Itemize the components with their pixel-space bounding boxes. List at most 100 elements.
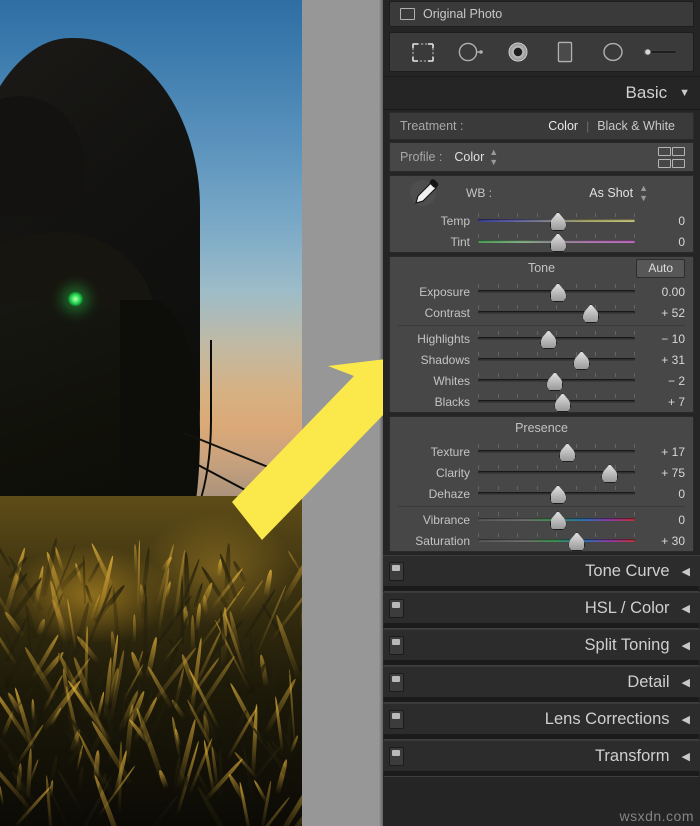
slider-value[interactable]: − 10 xyxy=(635,332,685,346)
slider-value[interactable]: 0 xyxy=(635,235,685,249)
collapsed-panel-header-detail[interactable]: Detail ◀ xyxy=(383,666,700,697)
slider-row-dehaze[interactable]: Dehaze 0 xyxy=(390,483,693,504)
panel-switch[interactable] xyxy=(389,672,404,692)
photo-gutter xyxy=(302,0,383,826)
slider-track-wrap[interactable] xyxy=(478,391,635,412)
triangle-left-icon[interactable]: ◀ xyxy=(682,639,690,652)
collapsed-panel-list: Tone Curve ◀ HSL / Color ◀ Split Toning ◀ Deta… xyxy=(383,555,700,777)
foreground-foliage xyxy=(0,496,302,826)
profile-value[interactable]: Color xyxy=(454,150,484,164)
slider-row-tint[interactable]: Tint 0 xyxy=(390,231,693,252)
slider-track-wrap[interactable] xyxy=(478,281,635,302)
slider-track-wrap[interactable] xyxy=(478,530,635,551)
slider-label: Temp xyxy=(440,213,470,228)
collapsed-panel: Tone Curve ◀ xyxy=(383,555,700,592)
slider-row-temp[interactable]: Temp 0 xyxy=(390,210,693,231)
graduated-filter-tool[interactable] xyxy=(548,39,582,65)
slider-label: Whites xyxy=(433,373,470,388)
slider-value[interactable]: 0.00 xyxy=(635,285,685,299)
slider-track-wrap[interactable] xyxy=(478,441,635,462)
slider-track-wrap[interactable] xyxy=(478,231,635,252)
spot-removal-tool[interactable] xyxy=(453,39,487,65)
slider-row-vibrance[interactable]: Vibrance 0 xyxy=(390,509,693,530)
red-eye-correction-tool[interactable] xyxy=(501,39,535,65)
slider-value[interactable]: + 17 xyxy=(635,445,685,459)
profile-row: Profile : Color ▲ ▼ xyxy=(389,142,694,172)
eyedropper-icon[interactable] xyxy=(398,178,450,208)
slider-track-wrap[interactable] xyxy=(478,328,635,349)
triangle-left-icon[interactable]: ◀ xyxy=(682,602,690,615)
slider-row-highlights[interactable]: Highlights − 10 xyxy=(390,328,693,349)
collapsed-panel-header-transform[interactable]: Transform ◀ xyxy=(383,740,700,771)
slider-value[interactable]: 0 xyxy=(635,214,685,228)
slider-value[interactable]: + 52 xyxy=(635,306,685,320)
slider-row-shadows[interactable]: Shadows + 31 xyxy=(390,349,693,370)
chevron-down-icon[interactable]: ▼ xyxy=(679,87,690,99)
slider-track-wrap[interactable] xyxy=(478,483,635,504)
collapsed-panel-header-split-toning[interactable]: Split Toning ◀ xyxy=(383,629,700,660)
slider-row-blacks[interactable]: Blacks + 7 xyxy=(390,391,693,412)
crop-overlay-tool[interactable] xyxy=(406,39,440,65)
adjustment-brush-tool[interactable] xyxy=(643,39,677,65)
slider-label: Contrast xyxy=(424,305,470,320)
slider-value[interactable]: 0 xyxy=(635,487,685,501)
slider-label: Vibrance xyxy=(422,512,470,527)
panel-switch[interactable] xyxy=(389,598,404,618)
slider-row-texture[interactable]: Texture + 17 xyxy=(390,441,693,462)
triangle-left-icon[interactable]: ◀ xyxy=(682,565,690,578)
slider-track-wrap[interactable] xyxy=(478,462,635,483)
panel-switch[interactable] xyxy=(389,635,404,655)
triangle-left-icon[interactable]: ◀ xyxy=(682,676,690,689)
slider-track-wrap[interactable] xyxy=(478,210,635,231)
presence-title: Presence xyxy=(515,421,568,435)
wb-value[interactable]: As Shot xyxy=(589,186,633,200)
slider-label: Blacks xyxy=(434,394,470,409)
foliage-blade xyxy=(136,540,141,613)
spinner-up-down-icon[interactable]: ▲ ▼ xyxy=(639,183,648,203)
panel-switch[interactable] xyxy=(389,561,404,581)
radial-filter-tool[interactable] xyxy=(596,39,630,65)
collapsed-panel-header-tone-curve[interactable]: Tone Curve ◀ xyxy=(383,555,700,586)
slider-track[interactable] xyxy=(478,311,635,314)
auto-tone-button[interactable]: Auto xyxy=(636,259,685,278)
slider-track[interactable] xyxy=(478,337,635,340)
panel-switch[interactable] xyxy=(389,746,404,766)
collapsed-panel-header-hsl-color[interactable]: HSL / Color ◀ xyxy=(383,592,700,623)
slider-row-saturation[interactable]: Saturation + 30 xyxy=(390,530,693,551)
slider-track[interactable] xyxy=(478,450,635,453)
photo-preview[interactable] xyxy=(0,0,302,826)
collapsed-panel-title: Tone Curve xyxy=(585,561,670,580)
slider-value[interactable]: + 30 xyxy=(635,534,685,548)
slider-ticks xyxy=(478,352,635,356)
slider-value[interactable]: 0 xyxy=(635,513,685,527)
slider-row-clarity[interactable]: Clarity + 75 xyxy=(390,462,693,483)
slider-track-wrap[interactable] xyxy=(478,370,635,391)
presence-sliders-secondary: Vibrance 0 Saturation + 30 xyxy=(390,509,693,551)
slider-value[interactable]: + 31 xyxy=(635,353,685,367)
collapsed-panel: Transform ◀ xyxy=(383,740,700,777)
slider-row-whites[interactable]: Whites − 2 xyxy=(390,370,693,391)
panel-switch[interactable] xyxy=(389,709,404,729)
slider-row-contrast[interactable]: Contrast + 52 xyxy=(390,302,693,323)
slider-track[interactable] xyxy=(478,539,635,542)
original-photo-bar[interactable]: Original Photo xyxy=(389,1,694,27)
slider-track-wrap[interactable] xyxy=(478,509,635,530)
profile-label: Profile : xyxy=(400,150,443,164)
slider-row-exposure[interactable]: Exposure 0.00 xyxy=(390,281,693,302)
slider-track-wrap[interactable] xyxy=(478,349,635,370)
slider-track[interactable] xyxy=(478,358,635,361)
slider-track-wrap[interactable] xyxy=(478,302,635,323)
tone-divider xyxy=(398,325,685,326)
triangle-left-icon[interactable]: ◀ xyxy=(682,713,690,726)
slider-label: Exposure xyxy=(419,284,470,299)
treatment-option-color[interactable]: Color xyxy=(540,119,586,133)
slider-value[interactable]: − 2 xyxy=(635,374,685,388)
slider-value[interactable]: + 7 xyxy=(635,395,685,409)
triangle-left-icon[interactable]: ◀ xyxy=(682,750,690,763)
basic-panel-header[interactable]: Basic ▼ xyxy=(383,76,700,110)
slider-value[interactable]: + 75 xyxy=(635,466,685,480)
collapsed-panel-header-lens-corrections[interactable]: Lens Corrections ◀ xyxy=(383,703,700,734)
profile-grid-icon[interactable] xyxy=(658,146,685,168)
treatment-option-black-and-white[interactable]: Black & White xyxy=(589,119,683,133)
spinner-up-down-icon[interactable]: ▲ ▼ xyxy=(489,147,498,167)
